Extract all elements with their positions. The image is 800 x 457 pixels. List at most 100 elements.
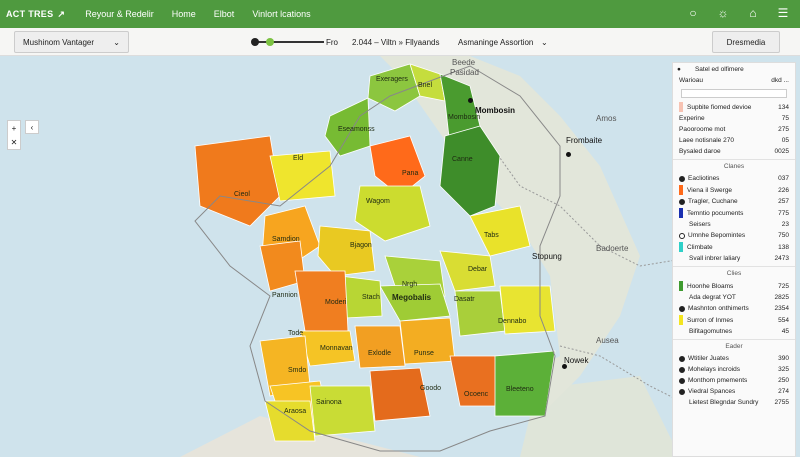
menu-assortion[interactable]: Assortion xyxy=(500,38,533,47)
region-label-nrgh: Nrgh xyxy=(402,281,418,288)
region-label-bnel: Bnel xyxy=(418,82,433,89)
main-nav: Reyour & Redelir Home Elbot Vinlort lcat… xyxy=(85,9,310,19)
legend-row-name: Mohelays incroids xyxy=(679,366,774,373)
nav-item-locations[interactable]: Vinlort lcations xyxy=(252,9,310,19)
region-label-moderi: Moderi xyxy=(325,299,347,306)
slider-end-handle[interactable] xyxy=(266,38,274,46)
legend-row-value: 274 xyxy=(778,388,789,395)
city-marker-icon[interactable] xyxy=(468,98,473,103)
collapse-button[interactable]: ‹ xyxy=(25,120,39,134)
region-label-stach: Stach xyxy=(362,294,380,301)
info-name: Supbite fiomed devioe xyxy=(679,102,774,112)
legend-row[interactable]: Umnhe Bepomintes 750 xyxy=(673,230,795,241)
nav-item-elbot[interactable]: Elbot xyxy=(214,9,235,19)
info-name: Warioau xyxy=(679,77,703,84)
region-label-ocoenc: Ocoenc xyxy=(464,391,489,398)
legend-row[interactable]: Mashnton onthimerts 2354 xyxy=(673,303,795,314)
city-marker-icon[interactable] xyxy=(562,364,567,369)
legend-row[interactable]: Mohelays incroids 325 xyxy=(673,364,795,375)
settings-icon[interactable]: ● xyxy=(677,66,681,73)
legend-row[interactable]: Wtitiler Juates 390 xyxy=(673,353,795,364)
city-marker-icon[interactable] xyxy=(566,152,571,157)
legend-row-text: Climbate xyxy=(687,243,713,251)
legend-row-text: Lietest Blegndar Sundry xyxy=(689,399,759,406)
legend-row[interactable]: Seisers 23 xyxy=(673,219,795,230)
legend-row-value: 725 xyxy=(778,282,789,290)
legend-row[interactable]: Viena il Swerge 226 xyxy=(673,184,795,196)
region-dennabo[interactable] xyxy=(499,285,556,335)
legend-row[interactable]: Viedral Spances 274 xyxy=(673,386,795,397)
dresmedia-label: Dresmedia xyxy=(726,37,766,47)
legend-row-name: Lietest Blegndar Sundry xyxy=(679,399,771,406)
nav-item-reyour[interactable]: Reyour & Redelir xyxy=(85,9,154,19)
legend-row-name: Tragler, Cuchane xyxy=(679,198,774,205)
region-bleeteno[interactable] xyxy=(494,350,556,417)
menu-asmaninge[interactable]: Asmaninge xyxy=(458,38,498,47)
region-label-smdo: Smdo xyxy=(288,367,307,374)
legend-dot-icon xyxy=(679,175,685,182)
slider-start-handle[interactable] xyxy=(251,38,259,46)
legend-row-name: Surron of Inmes xyxy=(679,315,774,325)
city-label-nowek[interactable]: Nowek xyxy=(564,356,588,365)
map-app: ACT TRES ↗ Reyour & Redelir Home Elbot V… xyxy=(0,0,800,457)
legend-row[interactable]: Bifitagomutnes 45 xyxy=(673,326,795,337)
legend-swatch xyxy=(679,185,683,195)
region-sainona[interactable] xyxy=(309,385,376,437)
panel-info-row: Experine 75 xyxy=(673,113,795,124)
panel-info-row: Warioau dkd ... xyxy=(673,75,795,86)
legend-swatch xyxy=(679,281,683,291)
region-goodo[interactable] xyxy=(369,367,431,422)
dresmedia-button[interactable]: Dresmedia xyxy=(712,31,780,53)
region-label-sainona: Sainona xyxy=(316,399,342,406)
zoom-out-icon[interactable]: ✕ xyxy=(11,138,18,147)
legend-row-text: Tragler, Cuchane xyxy=(688,198,738,205)
layer-dropdown[interactable]: Mushinom Vantager ⌄ xyxy=(14,31,129,53)
legend-row-name: Climbate xyxy=(679,242,774,252)
zoom-control[interactable]: + ✕ xyxy=(7,120,21,150)
legend-row[interactable]: Surron of Inmes 554 xyxy=(673,314,795,326)
legend-row-text: Mohelays incroids xyxy=(688,366,741,373)
info-name: Bysaled daroe xyxy=(679,148,721,155)
legend-sections: Clanes Eacliotines 037 Viena il Swerge 226 Tr… xyxy=(673,159,795,408)
region-punse[interactable] xyxy=(399,317,456,365)
region-exlodle[interactable] xyxy=(354,325,406,369)
legend-row[interactable]: Tragler, Cuchane 257 xyxy=(673,196,795,207)
legend-section-title: Clanes xyxy=(673,159,795,173)
compass-icon[interactable]: ☼ xyxy=(716,6,730,20)
legend-row[interactable]: Lietest Blegndar Sundry 2755 xyxy=(673,397,795,408)
chevron-down-icon[interactable]: ⌄ xyxy=(541,38,548,47)
region-label-samdion: Samdion xyxy=(272,236,300,243)
legend-dot-icon xyxy=(679,232,685,239)
region-label-monnavan: Monnavan xyxy=(320,345,353,352)
legend-row-text: Viedral Spances xyxy=(688,388,736,395)
city-label-stopung[interactable]: Stopung xyxy=(532,252,562,261)
topbar-actions: ○ ☼ ⌂ ☰ xyxy=(686,6,790,20)
pin-icon[interactable]: ○ xyxy=(686,6,700,20)
zoom-in-icon[interactable]: + xyxy=(12,124,17,133)
nav-item-home[interactable]: Home xyxy=(172,9,196,19)
menu-icon[interactable]: ☰ xyxy=(776,6,790,20)
city-label-frombaite[interactable]: Frombaite xyxy=(566,136,602,145)
info-value: 275 xyxy=(778,126,789,133)
region-label-goodo: Goodo xyxy=(420,385,442,392)
home-icon[interactable]: ⌂ xyxy=(746,6,760,20)
legend-row[interactable]: Eacliotines 037 xyxy=(673,173,795,184)
legend-row[interactable]: Monthom pmements 250 xyxy=(673,375,795,386)
legend-row[interactable]: Temntio pocuments 775 xyxy=(673,207,795,219)
panel-search-input[interactable] xyxy=(681,89,787,98)
chevron-down-icon: ⌄ xyxy=(113,37,120,47)
legend-row[interactable]: Climbate 138 xyxy=(673,241,795,253)
city-label-mombosin[interactable]: Mombosin xyxy=(475,106,515,115)
range-slider[interactable] xyxy=(251,38,324,46)
brand-logo[interactable]: ACT TRES ↗ xyxy=(6,9,65,20)
legend-swatch xyxy=(679,208,683,218)
legend-row-value: 775 xyxy=(778,209,789,217)
legend-row-value: 2825 xyxy=(774,294,789,301)
legend-row[interactable]: Svall inbrer laliary 2473 xyxy=(673,253,795,264)
legend-row[interactable]: Ada degrat YOT 2825 xyxy=(673,292,795,303)
legend-row[interactable]: Hoonhe Bloams 725 xyxy=(673,280,795,292)
region-label-pannion: Pannion xyxy=(272,292,298,299)
legend-row-name: Eacliotines xyxy=(679,175,774,182)
legend-row-name: Viedral Spances xyxy=(679,388,774,395)
legend-row-value: 390 xyxy=(778,355,789,362)
